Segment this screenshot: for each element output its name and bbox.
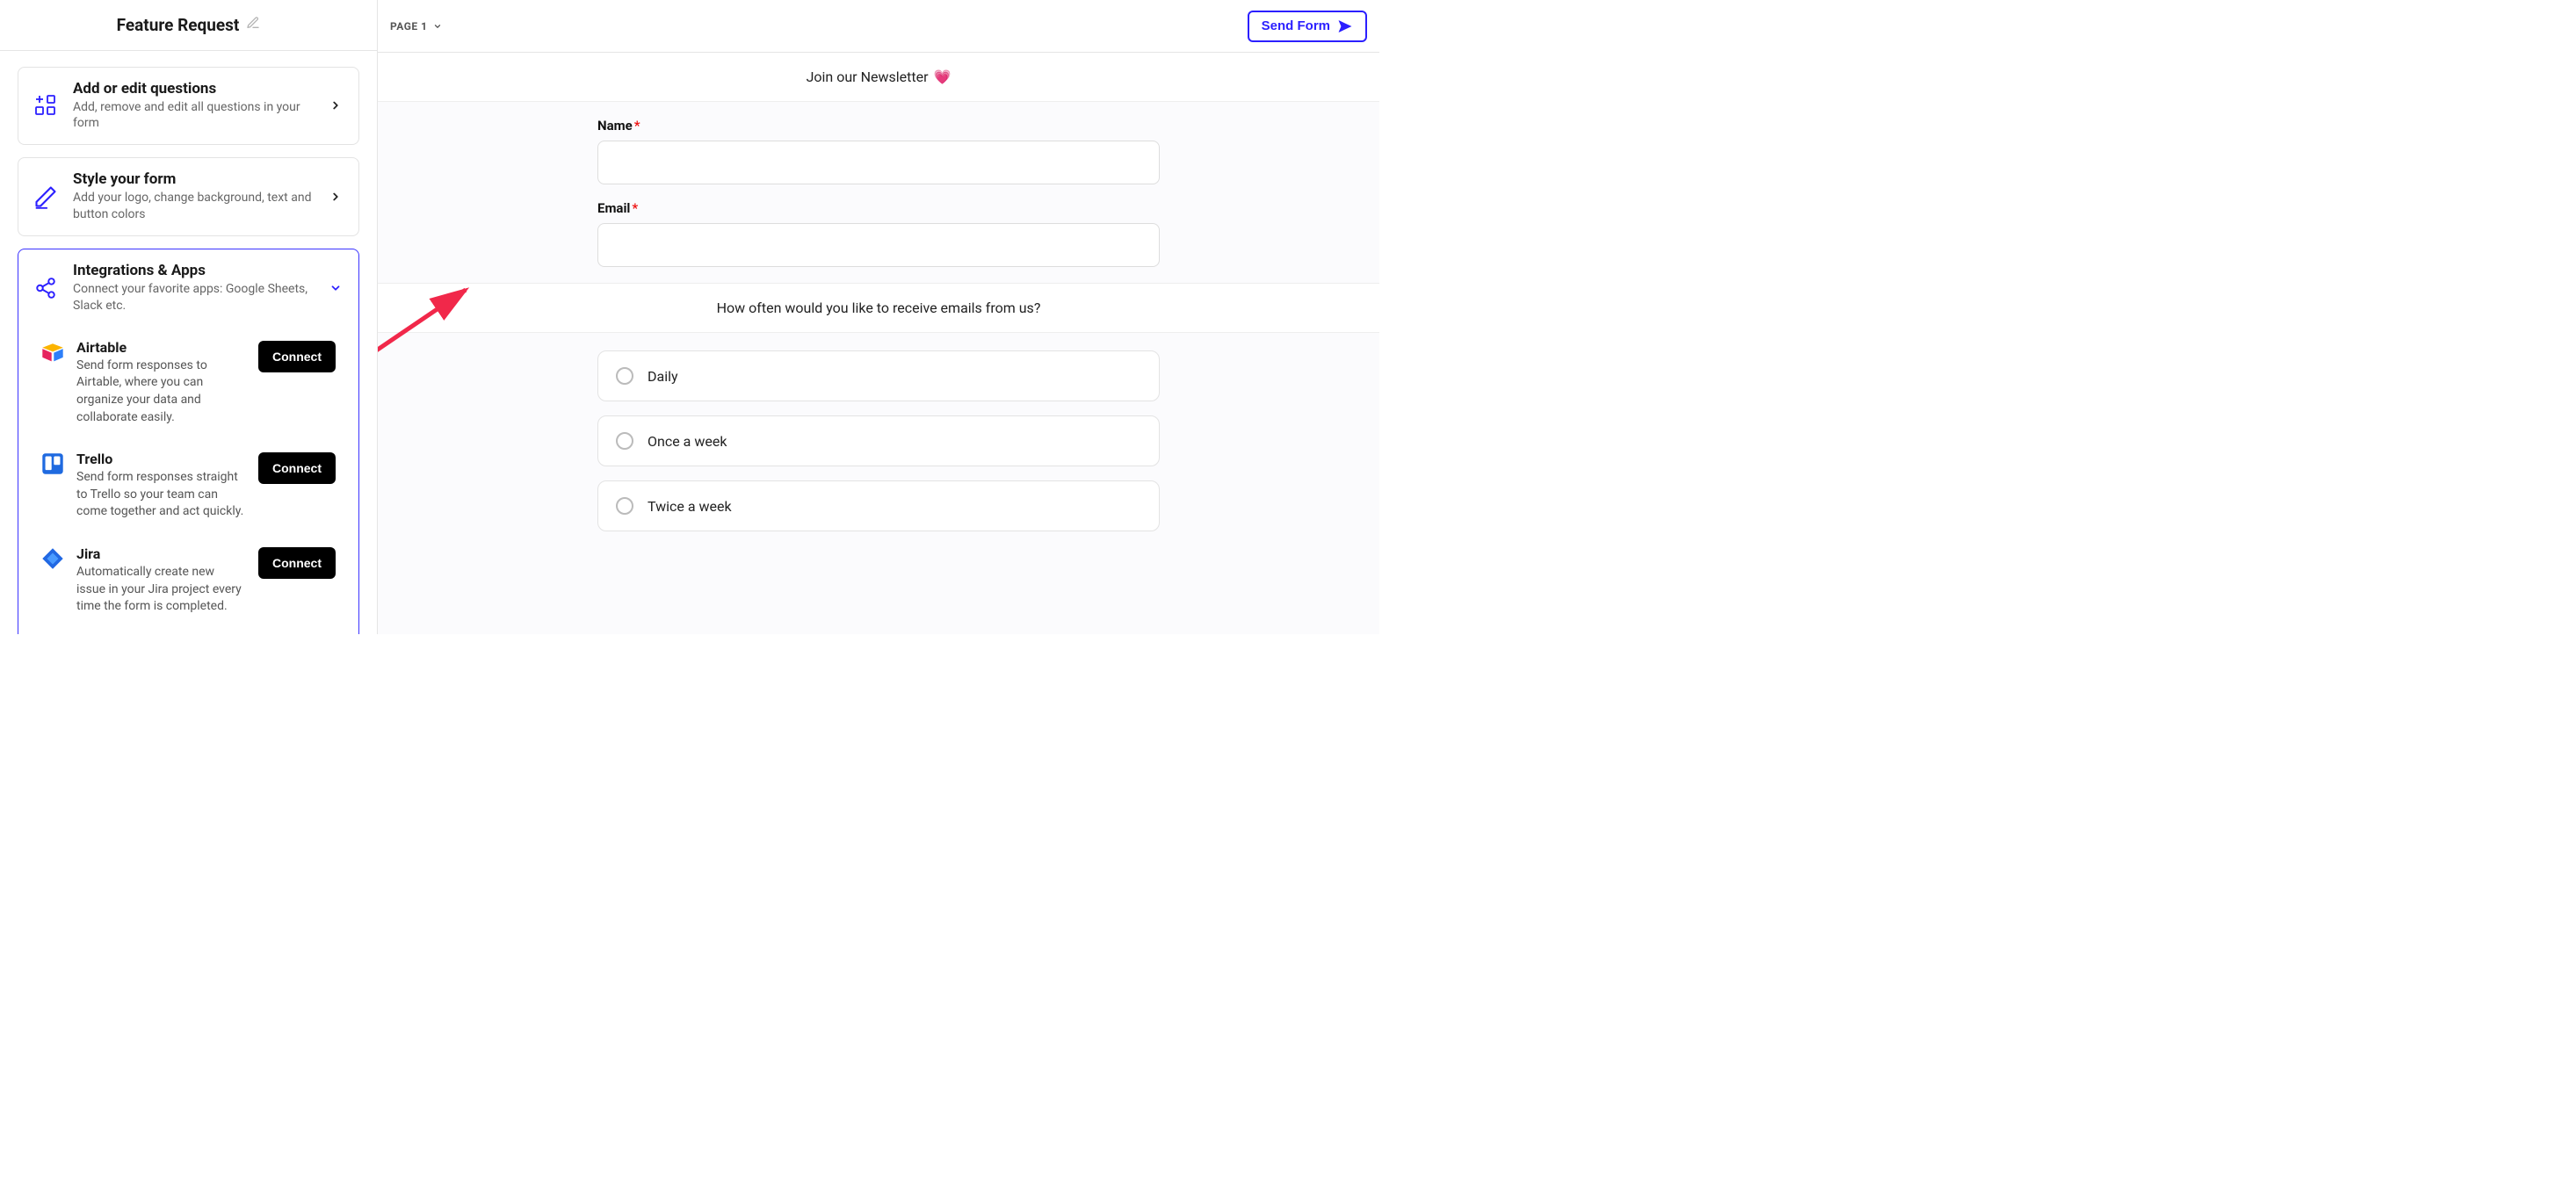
connect-jira-button[interactable]: Connect [258, 547, 336, 579]
radio-icon [616, 432, 633, 450]
integration-desc: Automatically create new issue in your J… [76, 564, 246, 616]
share-icon [33, 275, 59, 301]
connect-airtable-button[interactable]: Connect [258, 341, 336, 372]
integration-name: Trello [76, 451, 246, 467]
name-input[interactable] [597, 141, 1160, 184]
page-title: Feature Request [117, 15, 240, 35]
card-integrations-sub: Connect your favorite apps: Google Sheet… [73, 281, 313, 314]
email-field-label: Email [597, 200, 630, 216]
heart-icon: 💗 [934, 69, 952, 85]
send-form-button[interactable]: Send Form [1248, 11, 1367, 42]
form-intro-header: Join our Newsletter 💗 [378, 53, 1379, 102]
card-integrations-title: Integrations & Apps [73, 262, 313, 279]
required-asterisk: * [634, 118, 640, 134]
frequency-question-header: How often would you like to receive emai… [378, 284, 1379, 333]
chevron-right-icon [327, 99, 344, 112]
radio-icon [616, 367, 633, 385]
card-style-sub: Add your logo, change background, text a… [73, 190, 313, 223]
card-questions-title: Add or edit questions [73, 80, 313, 97]
email-input[interactable] [597, 223, 1160, 267]
card-style-title: Style your form [73, 170, 313, 188]
integration-name: Jira [76, 545, 246, 562]
card-questions-sub: Add, remove and edit all questions in yo… [73, 99, 313, 133]
chevron-right-icon [327, 191, 344, 203]
option-label: Daily [648, 368, 678, 385]
integration-desc: Send form responses to Airtable, where y… [76, 357, 246, 426]
option-label: Once a week [648, 433, 727, 450]
integration-desc: Send form responses straight to Trello s… [76, 469, 246, 521]
integration-airtable: Airtable Send form responses to Airtable… [33, 327, 344, 438]
option-label: Twice a week [648, 498, 732, 515]
page-selector-label: PAGE 1 [390, 20, 428, 32]
option-twice-a-week[interactable]: Twice a week [597, 480, 1160, 531]
chevron-down-icon [433, 22, 442, 31]
card-questions[interactable]: Add or edit questions Add, remove and ed… [18, 67, 359, 146]
option-once-a-week[interactable]: Once a week [597, 415, 1160, 466]
edit-title-icon[interactable] [246, 16, 260, 33]
pencil-icon [33, 184, 59, 210]
page-selector[interactable]: PAGE 1 [390, 20, 442, 32]
left-header: Feature Request [0, 0, 377, 51]
chevron-down-icon [327, 282, 344, 294]
card-style[interactable]: Style your form Add your logo, change ba… [18, 157, 359, 236]
radio-icon [616, 497, 633, 515]
send-form-label: Send Form [1262, 18, 1330, 33]
frequency-question-text: How often would you like to receive emai… [717, 300, 1041, 316]
trello-icon [41, 452, 64, 475]
form-intro-title: Join our Newsletter [807, 69, 929, 85]
name-field-label: Name [597, 118, 633, 134]
integration-trello: Trello Send form responses straight to T… [33, 438, 344, 533]
grid-add-icon [33, 92, 59, 119]
required-asterisk: * [632, 200, 638, 216]
card-integrations: Integrations & Apps Connect your favorit… [18, 249, 359, 634]
send-icon [1337, 18, 1353, 34]
integration-jira: Jira Automatically create new issue in y… [33, 533, 344, 628]
integration-name: Airtable [76, 339, 246, 356]
jira-icon [41, 547, 64, 570]
card-integrations-header[interactable]: Integrations & Apps Connect your favorit… [18, 249, 358, 327]
connect-trello-button[interactable]: Connect [258, 452, 336, 484]
option-daily[interactable]: Daily [597, 350, 1160, 401]
airtable-icon [41, 341, 64, 364]
